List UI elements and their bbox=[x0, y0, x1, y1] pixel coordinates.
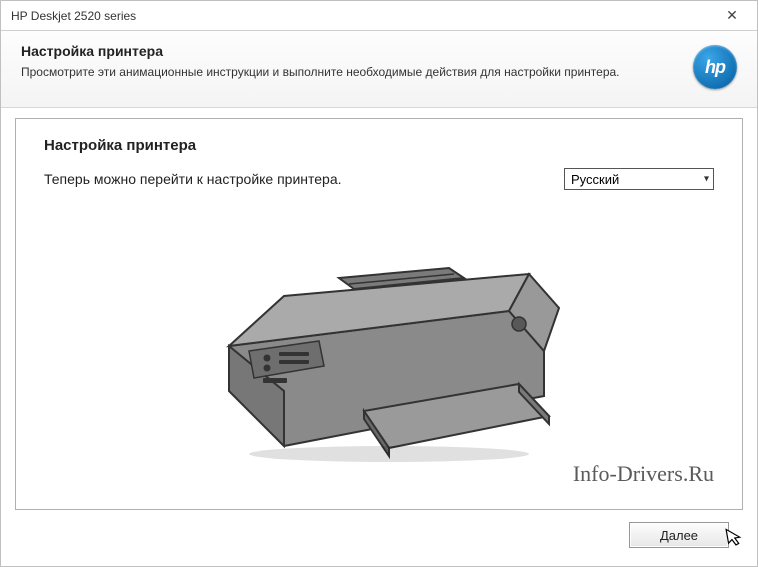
cursor-icon bbox=[725, 526, 745, 553]
instruction-text: Теперь можно перейти к настройке принтер… bbox=[44, 171, 342, 187]
panel-row: Теперь можно перейти к настройке принтер… bbox=[44, 168, 714, 190]
header-title: Настройка принтера bbox=[21, 43, 620, 59]
chevron-down-icon: ▾ bbox=[704, 174, 709, 185]
installer-window: HP Deskjet 2520 series ✕ Настройка принт… bbox=[0, 0, 758, 567]
header-section: Настройка принтера Просмотрите эти анима… bbox=[1, 31, 757, 108]
close-button[interactable]: ✕ bbox=[711, 5, 753, 27]
next-button[interactable]: Далее bbox=[629, 522, 729, 548]
window-title: HP Deskjet 2520 series bbox=[11, 9, 136, 23]
next-label: Далее bbox=[660, 528, 698, 543]
language-select[interactable]: Русский ▾ bbox=[564, 168, 714, 190]
watermark-text: Info-Drivers.Ru bbox=[573, 461, 714, 487]
close-icon: ✕ bbox=[726, 7, 738, 24]
header-subtitle: Просмотрите эти анимационные инструкции … bbox=[21, 65, 620, 79]
hp-logo-icon: hp bbox=[693, 45, 737, 89]
printer-illustration bbox=[44, 190, 714, 491]
hp-logo-text: hp bbox=[705, 57, 725, 78]
panel-title: Настройка принтера bbox=[44, 137, 714, 154]
language-value: Русский bbox=[571, 172, 619, 187]
header-text: Настройка принтера Просмотрите эти анима… bbox=[21, 43, 620, 79]
content-panel: Настройка принтера Теперь можно перейти … bbox=[15, 118, 743, 510]
titlebar: HP Deskjet 2520 series ✕ bbox=[1, 1, 757, 31]
printer-icon bbox=[189, 216, 569, 466]
footer: Далее bbox=[1, 510, 757, 566]
